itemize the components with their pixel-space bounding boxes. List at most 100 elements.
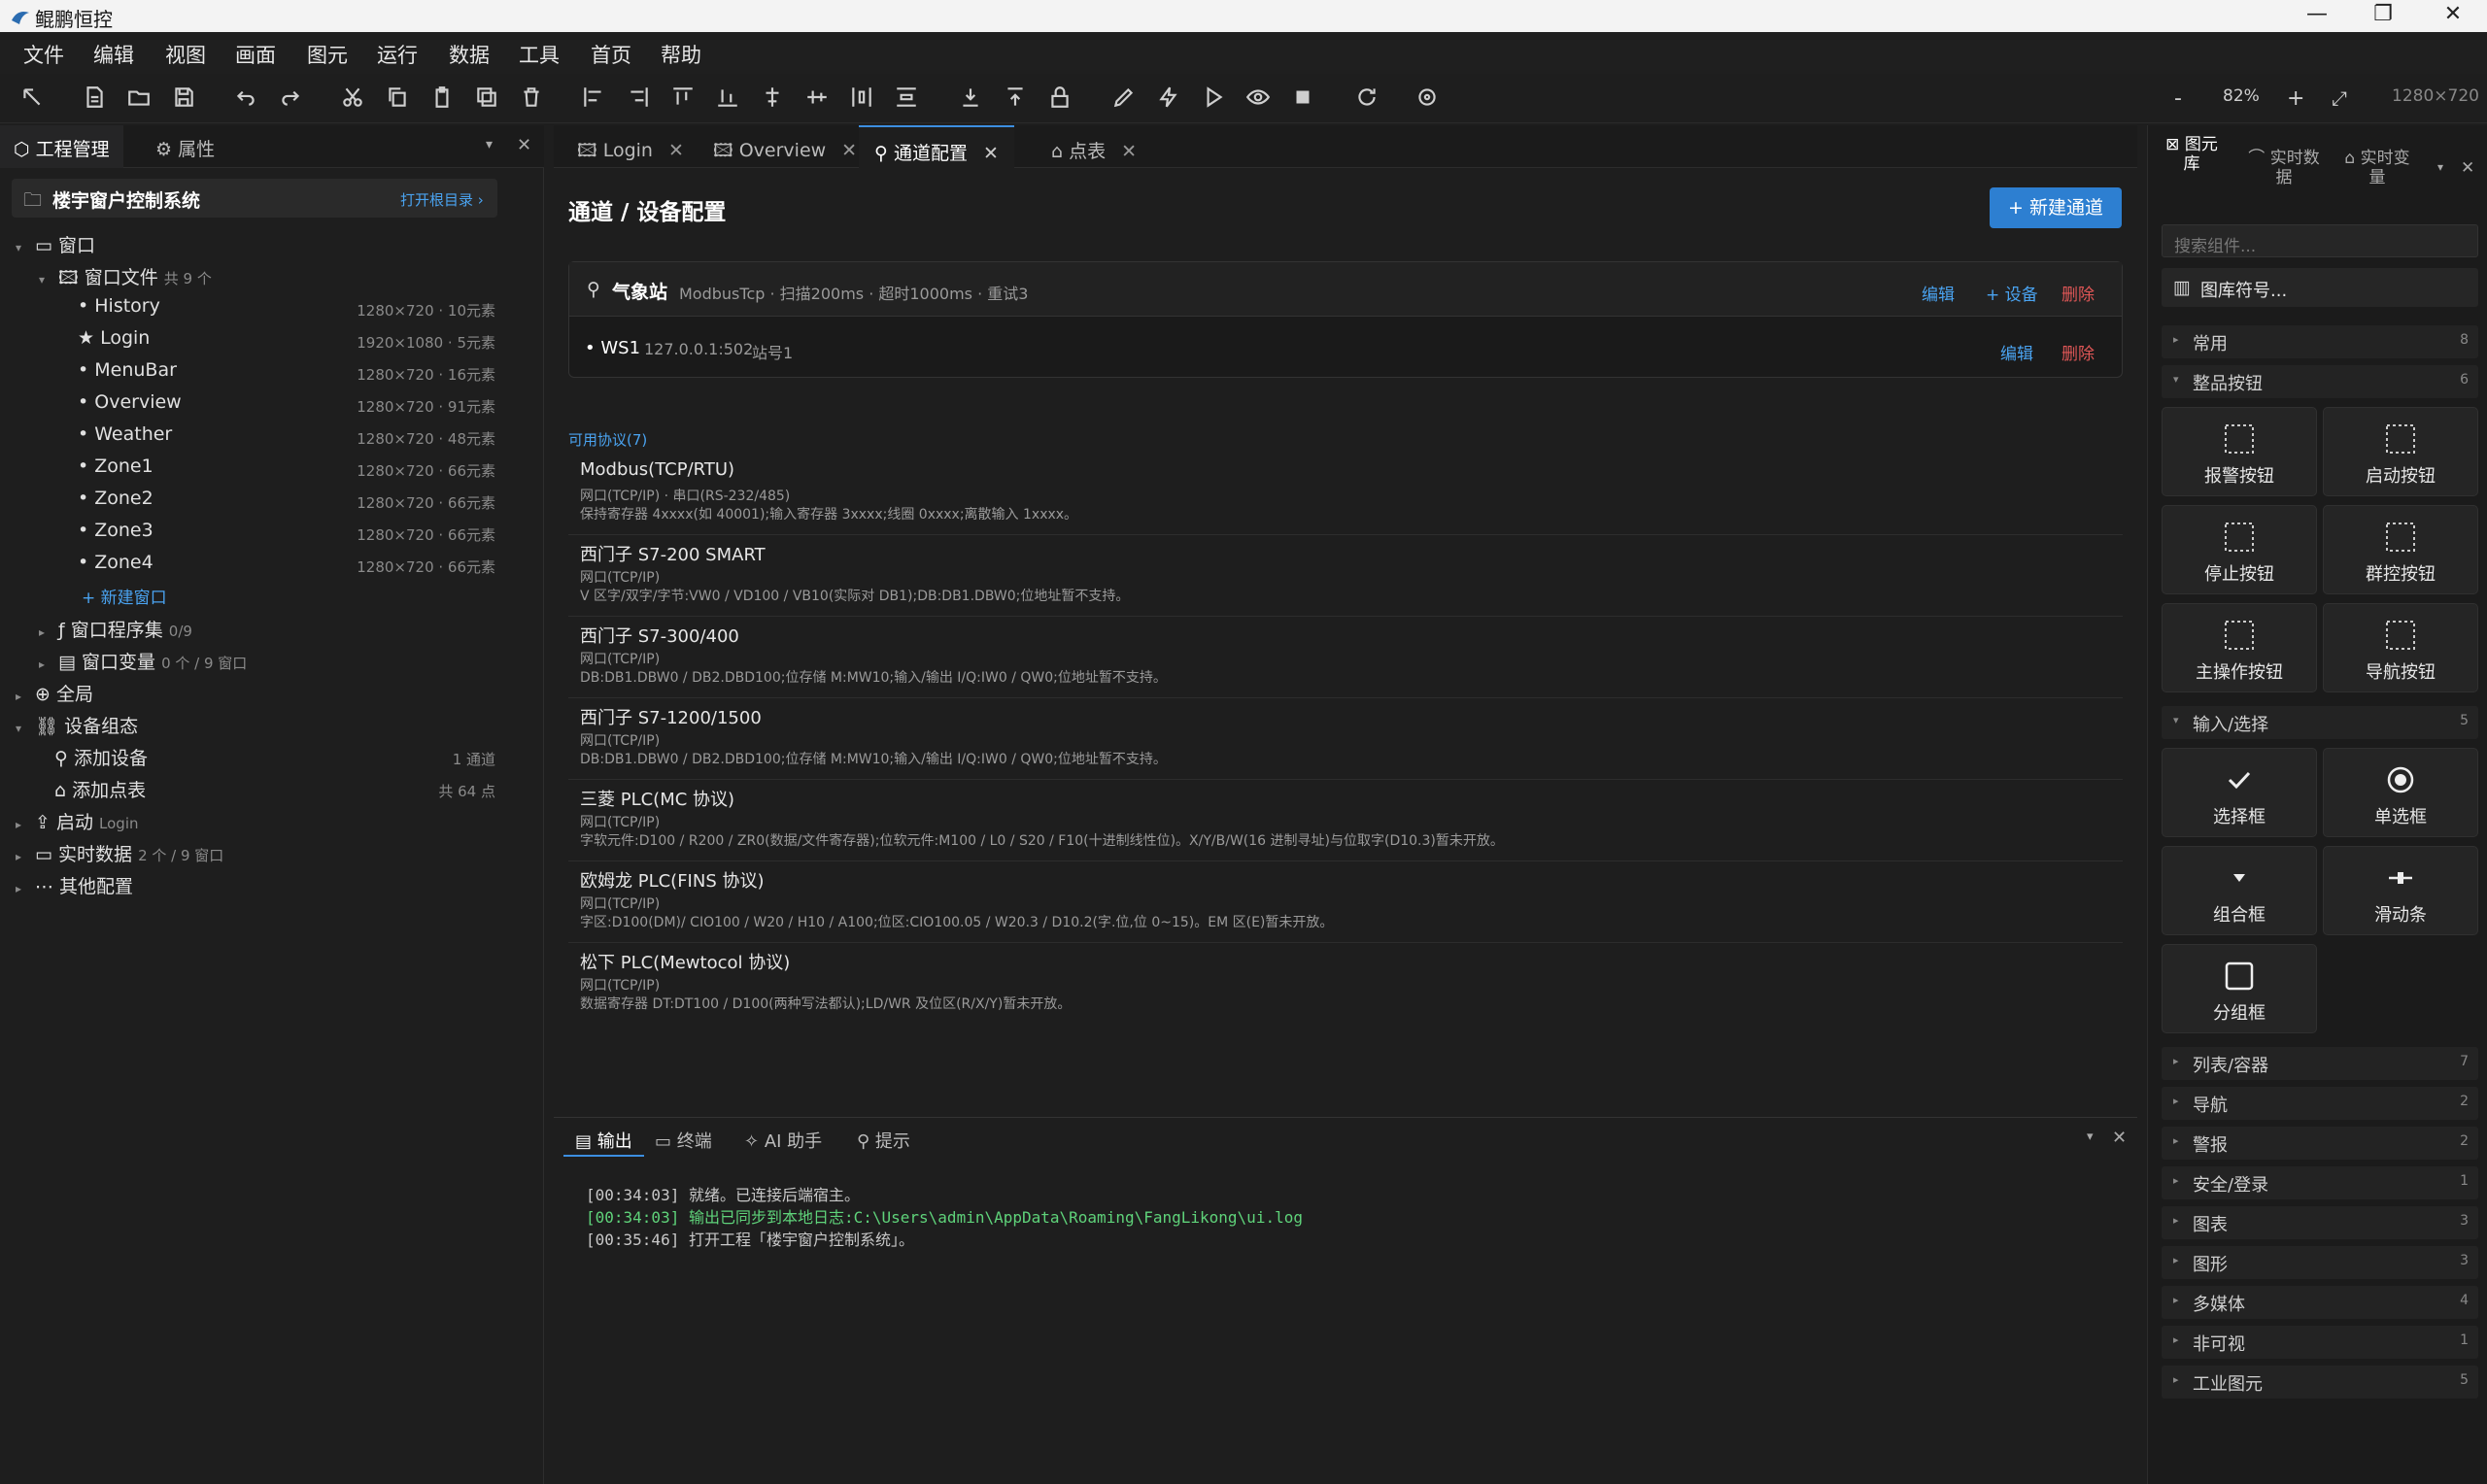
- settings-icon[interactable]: [1413, 84, 1442, 114]
- tab-hints[interactable]: ⚲ 提示: [845, 1118, 922, 1157]
- panel-dropdown-icon[interactable]: ▾: [486, 137, 493, 152]
- output-close-icon[interactable]: ✕: [2112, 1128, 2127, 1148]
- align-right-icon[interactable]: [624, 84, 653, 114]
- save-icon[interactable]: [169, 84, 198, 114]
- channel-edit-link[interactable]: 编辑: [1922, 281, 1955, 305]
- menu-tools[interactable]: 工具: [519, 40, 560, 69]
- open-folder-icon[interactable]: [124, 84, 153, 114]
- device-edit-link[interactable]: 编辑: [2000, 340, 2033, 364]
- tree-file-overview[interactable]: • Overview 1280×720 · 91元素: [16, 391, 495, 423]
- close-tab-icon[interactable]: ✕: [668, 140, 684, 161]
- align-left-icon[interactable]: [579, 84, 608, 114]
- output-dropdown-icon[interactable]: ▾: [2087, 1130, 2094, 1144]
- device-delete-link[interactable]: 删除: [2061, 340, 2095, 364]
- protocol-item[interactable]: 西门子 S7-200 SMART 网口(TCP/IP) V 区字/双字/字节:VW0…: [568, 535, 2123, 617]
- menu-data[interactable]: 数据: [449, 40, 490, 69]
- component-checkbox[interactable]: 选择框: [2162, 748, 2317, 837]
- component-search-input[interactable]: 搜索组件...: [2162, 224, 2478, 257]
- pen-icon[interactable]: [1109, 84, 1139, 114]
- component-groupbox[interactable]: 分组框: [2162, 944, 2317, 1033]
- project-header[interactable]: 🗀 楼宇窗户控制系统 打开根目录 ›: [12, 179, 497, 218]
- refresh-icon[interactable]: [1352, 84, 1381, 114]
- duplicate-icon[interactable]: [472, 84, 501, 114]
- new-window-link[interactable]: + 新建窗口: [16, 584, 495, 616]
- tab-ai-assistant[interactable]: ✧ AI 助手: [732, 1118, 834, 1157]
- symbol-library-button[interactable]: ▥ 图库符号...: [2162, 268, 2478, 307]
- protocol-item[interactable]: 欧姆龙 PLC(FINS 协议) 网口(TCP/IP) 字区:D100(DM)/ C…: [568, 861, 2123, 943]
- protocol-item[interactable]: 西门子 S7-300/400 网口(TCP/IP) DB:DB1.DBW0 / DB…: [568, 617, 2123, 698]
- menu-edit[interactable]: 编辑: [93, 40, 134, 69]
- category-common[interactable]: ▸ 常用 8: [2162, 325, 2478, 358]
- cut-icon[interactable]: [338, 84, 367, 114]
- component-group-button[interactable]: 群控按钮: [2323, 505, 2478, 594]
- zoom-out-button[interactable]: -: [2174, 86, 2182, 111]
- close-tab-icon[interactable]: ✕: [841, 140, 857, 161]
- distribute-h-icon[interactable]: [847, 84, 876, 114]
- tree-file-zone1[interactable]: • Zone1 1280×720 · 66元素: [16, 455, 495, 488]
- tree-global[interactable]: ▸ ⊕ 全局: [16, 680, 495, 712]
- tree-realtime[interactable]: ▸ ▭ 实时数据 2 个 / 9 窗口: [16, 840, 495, 872]
- right-dropdown-icon[interactable]: ▾: [2437, 160, 2443, 174]
- tab-output[interactable]: ▤ 输出: [563, 1118, 644, 1157]
- maximize-button[interactable]: ❐: [2349, 2, 2417, 31]
- add-device-link[interactable]: + 设备: [1986, 281, 2038, 305]
- menu-run[interactable]: 运行: [377, 40, 418, 69]
- lightning-icon[interactable]: [1154, 84, 1183, 114]
- tab-channel-config[interactable]: ⚲ 通道配置 ✕: [859, 125, 1014, 168]
- component-start-button[interactable]: 启动按钮: [2323, 407, 2478, 496]
- zoom-in-button[interactable]: +: [2287, 86, 2304, 111]
- pointer-icon[interactable]: [17, 84, 47, 114]
- category-industrial[interactable]: ▸ 工业图元 5: [2162, 1366, 2478, 1399]
- open-root-dir-link[interactable]: 打开根目录 ›: [400, 189, 484, 210]
- eye-icon[interactable]: [1244, 84, 1273, 114]
- tab-library[interactable]: ⊠ 图元库: [2158, 135, 2226, 213]
- align-center-h-icon[interactable]: [758, 84, 787, 114]
- category-charts[interactable]: ▸ 图表 3: [2162, 1206, 2478, 1239]
- menu-help[interactable]: 帮助: [661, 40, 701, 69]
- align-bottom-icon[interactable]: [713, 84, 742, 114]
- tab-properties[interactable]: ⚙ 属性: [142, 125, 228, 168]
- protocol-item[interactable]: Modbus(TCP/RTU) 网口(TCP/IP) · 串口(RS-232/48…: [568, 454, 2123, 535]
- new-file-icon[interactable]: [80, 84, 109, 114]
- menu-home[interactable]: 首页: [591, 40, 631, 69]
- tree-file-history[interactable]: • History 1280×720 · 10元素: [16, 295, 495, 327]
- tree-startup[interactable]: ▸ ⇪ 启动 Login: [16, 808, 495, 840]
- menu-file[interactable]: 文件: [23, 40, 64, 69]
- tree-file-zone3[interactable]: • Zone3 1280×720 · 66元素: [16, 520, 495, 552]
- tree-other-config[interactable]: ▸ ⋯ 其他配置: [16, 872, 495, 904]
- panel-close-icon[interactable]: ✕: [517, 135, 531, 155]
- component-nav-button[interactable]: 导航按钮: [2323, 603, 2478, 692]
- copy-icon[interactable]: [383, 84, 412, 114]
- close-tab-icon[interactable]: ✕: [1121, 141, 1137, 162]
- category-input-select[interactable]: ▾ 输入/选择 5: [2162, 706, 2478, 739]
- tree-window-files[interactable]: ▾ 🖾 窗口文件 共 9 个: [16, 263, 495, 295]
- category-shapes[interactable]: ▸ 图形 3: [2162, 1246, 2478, 1279]
- category-navigation[interactable]: ▸ 导航 2: [2162, 1087, 2478, 1120]
- component-slider[interactable]: 滑动条: [2323, 846, 2478, 935]
- component-stop-button[interactable]: 停止按钮: [2162, 505, 2317, 594]
- tree-file-login[interactable]: ★ Login 1920×1080 · 5元素: [16, 327, 495, 359]
- tab-terminal[interactable]: ▭ 终端: [643, 1118, 724, 1157]
- protocol-item[interactable]: 三菱 PLC(MC 协议) 网口(TCP/IP) 字软元件:D100 / R200 …: [568, 780, 2123, 861]
- tree-scripts[interactable]: ▸ ƒ 窗口程序集 0/9: [16, 616, 495, 648]
- component-alarm-button[interactable]: 报警按钮: [2162, 407, 2317, 496]
- tree-file-weather[interactable]: • Weather 1280×720 · 48元素: [16, 423, 495, 455]
- tab-login[interactable]: 🖾 Login ✕: [562, 125, 699, 168]
- category-list-container[interactable]: ▸ 列表/容器 7: [2162, 1047, 2478, 1080]
- paste-icon[interactable]: [427, 84, 457, 114]
- align-top-icon[interactable]: [668, 84, 698, 114]
- channel-delete-link[interactable]: 删除: [2061, 281, 2095, 305]
- category-buttons[interactable]: ▾ 整品按钮 6: [2162, 365, 2478, 398]
- category-alarm[interactable]: ▸ 警报 2: [2162, 1127, 2478, 1160]
- tree-file-zone4[interactable]: • Zone4 1280×720 · 66元素: [16, 552, 495, 584]
- tree-add-points[interactable]: ⌂ 添加点表共 64 点: [16, 776, 495, 808]
- protocol-item[interactable]: 西门子 S7-1200/1500 网口(TCP/IP) DB:DB1.DBW0 / …: [568, 698, 2123, 780]
- tab-realtime-vars[interactable]: ⌂ 实时变量: [2338, 149, 2416, 226]
- category-non-visual[interactable]: ▸ 非可视 1: [2162, 1326, 2478, 1359]
- component-combobox[interactable]: 组合框: [2162, 846, 2317, 935]
- fit-screen-icon[interactable]: ⤢: [2332, 86, 2347, 110]
- component-main-button[interactable]: 主操作按钮: [2162, 603, 2317, 692]
- right-close-icon[interactable]: ✕: [2461, 158, 2474, 178]
- tree-device-config[interactable]: ▾ ⛓ 设备组态: [16, 712, 495, 744]
- tree-windows[interactable]: ▾ ▭ 窗口: [16, 231, 495, 263]
